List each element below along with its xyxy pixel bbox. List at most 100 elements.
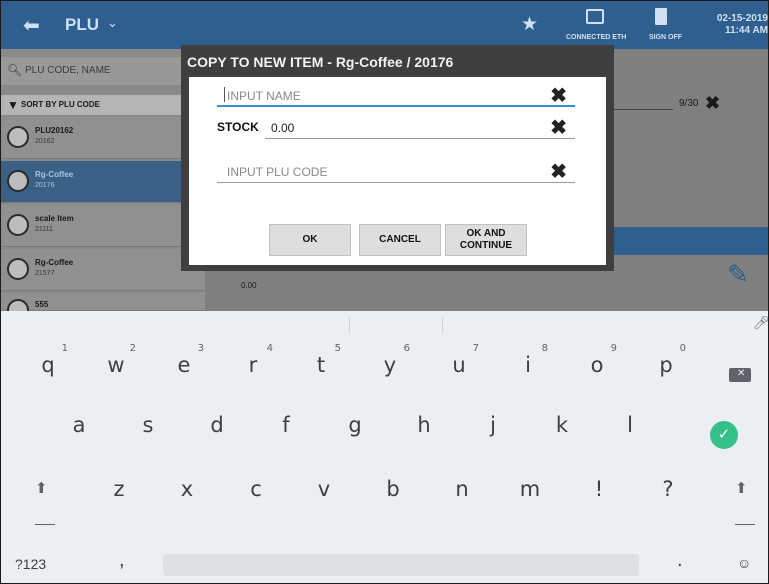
sign-off-button[interactable]: SIGN OFF bbox=[649, 34, 682, 41]
key-v[interactable]: v bbox=[294, 467, 354, 515]
key-exclamation[interactable]: ! bbox=[569, 467, 629, 515]
shift-right-icon[interactable]: ⬆ bbox=[735, 479, 748, 497]
key-label: j bbox=[490, 413, 496, 437]
key-z[interactable]: z bbox=[89, 467, 149, 515]
key-label: w bbox=[107, 353, 125, 377]
ok-and-continue-button[interactable]: OK AND CONTINUE bbox=[445, 224, 527, 256]
key-j[interactable]: j bbox=[463, 403, 523, 451]
key-label: f bbox=[282, 413, 290, 437]
emoji-icon[interactable]: ☺ bbox=[737, 555, 751, 571]
clear-plu-icon[interactable]: ✖ bbox=[550, 159, 567, 184]
key-b[interactable]: b bbox=[363, 467, 423, 515]
key-u[interactable]: 7u bbox=[429, 343, 489, 391]
key-label: s bbox=[142, 413, 154, 437]
key-s[interactable]: s bbox=[118, 403, 178, 451]
section-header bbox=[613, 227, 768, 255]
input-underline bbox=[265, 138, 575, 139]
period-key[interactable]: . bbox=[677, 549, 683, 572]
comma-key[interactable]: , bbox=[119, 549, 125, 572]
key-label: v bbox=[317, 477, 331, 501]
plu-search-box[interactable]: 🔍︎ PLU CODE, NAME bbox=[1, 57, 205, 85]
connection-icon bbox=[586, 9, 604, 24]
key-f[interactable]: f bbox=[256, 403, 316, 451]
clear-icon[interactable]: ✖ bbox=[705, 93, 720, 114]
ok-button-label: OK bbox=[302, 234, 318, 245]
time-text: 11:44 AM bbox=[725, 25, 768, 36]
key-x[interactable]: x bbox=[157, 467, 217, 515]
key-g[interactable]: g bbox=[325, 403, 385, 451]
clear-stock-icon[interactable]: ✖ bbox=[550, 115, 567, 140]
back-arrow-icon[interactable]: ⬅ bbox=[23, 13, 40, 38]
key-d[interactable]: d bbox=[187, 403, 247, 451]
key-n[interactable]: n bbox=[432, 467, 492, 515]
sign-off-icon[interactable] bbox=[655, 8, 667, 25]
key-m[interactable]: m bbox=[500, 467, 560, 515]
key-label: y bbox=[383, 353, 397, 377]
key-l[interactable]: l bbox=[600, 403, 660, 451]
shift-left-icon[interactable]: ⬆ bbox=[35, 479, 48, 497]
key-c[interactable]: c bbox=[226, 467, 286, 515]
field-underline bbox=[613, 109, 673, 110]
key-a[interactable]: a bbox=[49, 403, 109, 451]
connection-status-label: CONNECTED ETH bbox=[566, 34, 627, 41]
plu-item-name: Rg-Coffee bbox=[35, 258, 74, 267]
key-label: c bbox=[250, 477, 262, 501]
sort-selector[interactable]: ▼ SORT BY PLU CODE bbox=[1, 95, 205, 115]
item-name-placeholder: INPUT NAME bbox=[227, 89, 301, 103]
key-r[interactable]: 4r bbox=[223, 343, 283, 391]
key-question[interactable]: ? bbox=[638, 467, 698, 515]
key-label: x bbox=[180, 477, 194, 501]
key-q[interactable]: 1q bbox=[18, 343, 78, 391]
key-label: g bbox=[348, 413, 362, 437]
key-label: l bbox=[627, 413, 633, 437]
plu-list-item-selected[interactable]: Rg-Coffee 20176 bbox=[1, 161, 205, 203]
filter-icon: ▼ bbox=[7, 98, 19, 112]
space-bar[interactable] bbox=[163, 554, 639, 576]
key-p[interactable]: 0p bbox=[636, 343, 696, 391]
ok-continue-label-line2: CONTINUE bbox=[459, 240, 513, 251]
on-screen-keyboard: 🎤︎ 1q 2w 3e 4r 5t 6y 7u 8i 9o 0p ✕ a s d… bbox=[1, 311, 768, 583]
plu-item-code: 21577 bbox=[35, 270, 55, 277]
key-w[interactable]: 2w bbox=[86, 343, 146, 391]
symbols-key[interactable]: ?123 bbox=[15, 556, 46, 572]
app-title[interactable]: PLU bbox=[65, 15, 99, 35]
plu-list-item[interactable]: Rg-Coffee 21577 bbox=[1, 249, 205, 291]
key-k[interactable]: k bbox=[532, 403, 592, 451]
plu-item-code: 20176 bbox=[35, 182, 55, 189]
key-y[interactable]: 6y bbox=[360, 343, 420, 391]
plu-code-placeholder: INPUT PLU CODE bbox=[227, 165, 328, 179]
search-placeholder: PLU CODE, NAME bbox=[25, 65, 111, 76]
key-i[interactable]: 8i bbox=[498, 343, 558, 391]
edit-pencil-icon[interactable]: ✎ bbox=[727, 259, 749, 290]
item-name-input[interactable]: INPUT NAME ✖ bbox=[217, 83, 575, 107]
sort-label: SORT BY PLU CODE bbox=[21, 100, 100, 109]
key-label: e bbox=[177, 353, 191, 377]
plu-list-item[interactable]: PLU20162 20162 bbox=[1, 117, 205, 159]
plu-item-code: 20162 bbox=[35, 138, 55, 145]
key-label: a bbox=[72, 413, 86, 437]
key-label: p bbox=[659, 353, 673, 377]
key-label: u bbox=[452, 353, 466, 377]
plu-list-item[interactable]: 555 bbox=[1, 293, 205, 321]
microphone-icon[interactable]: 🎤︎ bbox=[753, 315, 768, 331]
ok-button[interactable]: OK bbox=[269, 224, 351, 256]
cancel-button[interactable]: CANCEL bbox=[359, 224, 441, 256]
stock-input[interactable]: 0.00 ✖ bbox=[265, 115, 575, 139]
key-label: ! bbox=[594, 477, 604, 501]
star-icon[interactable]: ★ bbox=[521, 13, 538, 36]
no-image-icon bbox=[7, 170, 29, 192]
key-t[interactable]: 5t bbox=[291, 343, 351, 391]
key-e[interactable]: 3e bbox=[154, 343, 214, 391]
plu-list-item[interactable]: scale Item 21111 bbox=[1, 205, 205, 247]
key-label: b bbox=[386, 477, 400, 501]
search-icon: 🔍︎ bbox=[7, 63, 23, 77]
key-h[interactable]: h bbox=[394, 403, 454, 451]
suggestion-divider bbox=[442, 317, 443, 333]
ok-continue-label-line1: OK AND bbox=[466, 228, 506, 239]
chevron-down-icon[interactable]: ⌄ bbox=[107, 15, 118, 31]
plu-code-input[interactable]: INPUT PLU CODE ✖ bbox=[217, 159, 575, 183]
app-window: ⬅ PLU ⌄ ★ CONNECTED ETH SIGN OFF 02-15-2… bbox=[0, 0, 769, 584]
no-image-icon bbox=[7, 214, 29, 236]
key-o[interactable]: 9o bbox=[567, 343, 627, 391]
enter-check-icon[interactable]: ✓ bbox=[710, 421, 738, 449]
